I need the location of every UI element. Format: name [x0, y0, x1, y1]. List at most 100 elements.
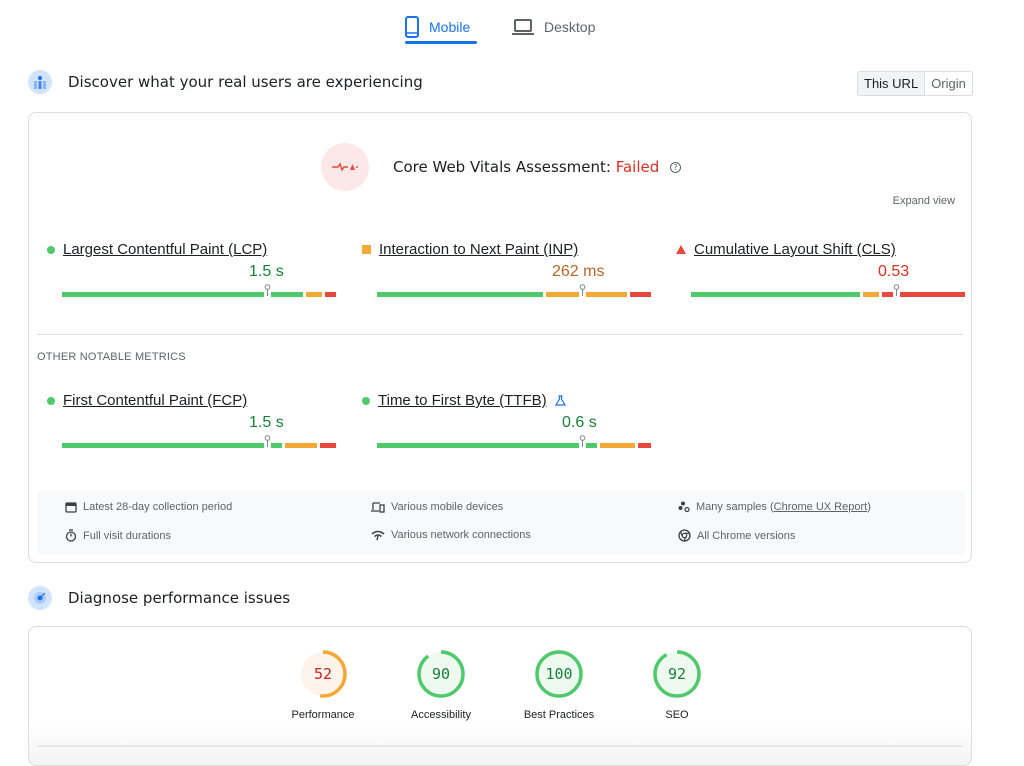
info-text: Various mobile devices — [391, 501, 504, 513]
lab-section-header: Diagnose performance issues — [28, 586, 290, 610]
metric-ttfb-link[interactable]: Time to First Byte (TTFB) — [378, 392, 547, 409]
info-text: Many samples (Chrome UX Report) — [696, 501, 871, 513]
tab-mobile-label: Mobile — [429, 19, 471, 35]
score-gauge-ring: 52 — [299, 650, 347, 698]
score-accessibility[interactable]: 90 Accessibility — [386, 649, 496, 721]
metric-fcp-link[interactable]: First Contentful Paint (FCP) — [63, 392, 247, 409]
metric-ttfb: Time to First Byte (TTFB) 0.6 s — [362, 392, 652, 448]
metric-lcp-value: 1.5 s — [249, 263, 284, 280]
cwv-assessment: Core Web Vitals Assessment: Failed ? — [321, 143, 682, 191]
samples-icon — [678, 501, 690, 513]
metric-cls-value: 0.53 — [878, 263, 910, 280]
percentile-marker-icon — [264, 284, 271, 297]
radar-icon — [28, 586, 52, 610]
bar-segment-poor — [325, 292, 336, 297]
metric-lcp-distribution-bar — [62, 284, 336, 297]
bar-segment-good — [377, 443, 597, 448]
metric-ttfb-value: 0.6 s — [562, 414, 597, 431]
percentile-marker-icon — [579, 435, 586, 448]
bar-segment-needs-improvement — [862, 292, 879, 297]
needs-improvement-square-icon — [362, 245, 371, 254]
score-value: 100 — [545, 665, 572, 683]
score-value: 52 — [314, 665, 332, 683]
expand-view-link[interactable]: Expand view — [893, 195, 955, 207]
devices-icon — [371, 501, 385, 513]
metric-ttfb-distribution-bar — [377, 435, 651, 448]
wifi-icon — [371, 530, 385, 540]
other-metrics-heading: OTHER NOTABLE METRICS — [37, 351, 186, 363]
assessment-prefix: Core Web Vitals Assessment: — [393, 158, 611, 176]
device-tabs: Mobile Desktop — [0, 0, 1024, 46]
bar-segment-needs-improvement — [306, 292, 323, 297]
laptop-icon — [512, 19, 534, 35]
score-gauge-ring: 100 — [535, 650, 583, 698]
score-seo[interactable]: 92 SEO — [622, 649, 732, 721]
toggle-origin[interactable]: Origin — [925, 72, 972, 95]
score-label: Best Practices — [523, 709, 595, 721]
tab-desktop-label: Desktop — [544, 19, 596, 35]
timer-icon — [65, 529, 77, 542]
flask-experimental-icon[interactable] — [554, 395, 566, 406]
chrome-ux-report-link[interactable]: Chrome UX Report — [774, 501, 868, 513]
score-value: 92 — [668, 665, 686, 683]
metric-fcp: First Contentful Paint (FCP) 1.5 s — [47, 392, 337, 448]
info-text: All Chrome versions — [697, 529, 796, 542]
score-gauge-ring: 92 — [653, 650, 701, 698]
tab-desktop[interactable]: Desktop — [512, 10, 595, 44]
score-best-practices[interactable]: 100 Best Practices — [504, 649, 614, 721]
active-tab-indicator — [405, 41, 477, 44]
info-text: Full visit durations — [83, 529, 172, 542]
score-label: Performance — [291, 709, 355, 721]
info-samples: Many samples (Chrome UX Report) — [678, 501, 871, 513]
percentile-marker-icon — [579, 284, 586, 297]
bar-segment-poor — [319, 443, 336, 448]
info-chrome-versions: All Chrome versions — [678, 529, 795, 542]
bar-segment-good — [377, 292, 544, 297]
metric-inp-link[interactable]: Interaction to Next Paint (INP) — [379, 241, 578, 258]
metric-fcp-value: 1.5 s — [249, 414, 284, 431]
users-icon — [28, 70, 52, 94]
lab-scores-card: 52 Performance 90 Accessibility 100 Best Pr… — [28, 626, 972, 766]
toggle-this-url[interactable]: This URL — [858, 72, 926, 95]
bar-segment-needs-improvement — [599, 443, 635, 448]
bar-segment-needs-improvement — [284, 443, 317, 448]
url-origin-toggle: This URL Origin — [857, 71, 973, 96]
metric-inp-value: 262 ms — [552, 263, 605, 280]
info-text: Latest 28-day collection period — [83, 501, 233, 513]
metric-fcp-distribution-bar — [62, 435, 336, 448]
info-text: Various network connections — [391, 529, 531, 541]
metric-inp: Interaction to Next Paint (INP) 262 ms — [362, 241, 652, 297]
score-performance[interactable]: 52 Performance — [268, 649, 378, 721]
metric-inp-distribution-bar — [377, 284, 651, 297]
chrome-icon — [678, 529, 691, 542]
calendar-icon — [65, 502, 77, 513]
info-collection-period: Latest 28-day collection period — [65, 501, 232, 513]
assessment-text: Core Web Vitals Assessment: Failed ? — [393, 158, 682, 176]
tab-mobile[interactable]: Mobile — [405, 10, 470, 44]
help-icon[interactable]: ? — [670, 162, 682, 173]
poor-triangle-icon — [676, 245, 686, 254]
bar-segment-poor — [637, 443, 651, 448]
metric-cls-link[interactable]: Cumulative Layout Shift (CLS) — [694, 241, 896, 258]
good-dot-icon — [47, 396, 55, 405]
field-section-header: Discover what your real users are experi… — [28, 70, 423, 94]
lab-section-title: Diagnose performance issues — [68, 589, 291, 607]
percentile-marker-icon — [893, 284, 900, 297]
field-section-title: Discover what your real users are experi… — [68, 73, 423, 91]
metric-lcp: Largest Contentful Paint (LCP) 1.5 s — [47, 241, 337, 297]
metric-cls-distribution-bar — [691, 284, 965, 297]
divider — [37, 334, 963, 335]
score-gauge-ring: 90 — [417, 650, 465, 698]
score-label: Accessibility — [411, 709, 471, 721]
info-visit-durations: Full visit durations — [65, 529, 171, 542]
bar-segment-good — [62, 443, 282, 448]
good-dot-icon — [47, 245, 55, 254]
bar-segment-good — [691, 292, 860, 297]
bar-segment-needs-improvement — [546, 292, 627, 297]
bar-segment-poor — [629, 292, 651, 297]
collection-info-panel: Latest 28-day collection period Various … — [37, 491, 965, 555]
metric-lcp-link[interactable]: Largest Contentful Paint (LCP) — [63, 241, 267, 258]
good-dot-icon — [362, 396, 370, 405]
field-data-card: Core Web Vitals Assessment: Failed ? Exp… — [28, 112, 972, 563]
divider — [37, 745, 963, 747]
